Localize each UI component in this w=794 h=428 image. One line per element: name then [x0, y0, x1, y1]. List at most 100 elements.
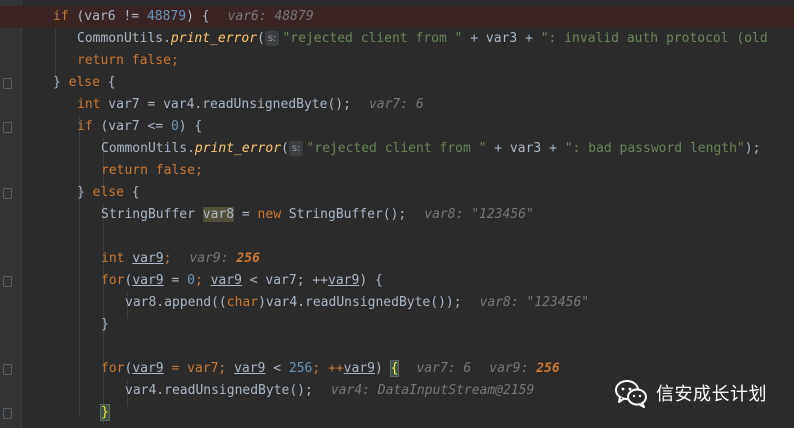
code-line[interactable]: int var9; var9: 256	[0, 248, 794, 270]
debug-value-hint: var7: 6	[368, 97, 424, 112]
code-token: = var7;	[163, 361, 235, 376]
code-line[interactable]: return false;	[0, 160, 794, 182]
keyword: new	[257, 207, 282, 222]
keyword: else	[68, 75, 100, 90]
keyword: for	[101, 361, 125, 376]
variable[interactable]: var9	[132, 361, 163, 376]
hint-value: 256	[236, 251, 260, 266]
debug-value-hint: var8: "123456"	[424, 207, 534, 222]
code-token: }	[53, 75, 61, 90]
code-text: for(var9 = var7; var9 < 256; ++var9) {va…	[101, 358, 560, 380]
code-token: (var6 !=	[68, 9, 147, 24]
number-literal: 0	[170, 119, 179, 134]
parameter-hint-badge: s:	[288, 141, 304, 156]
keyword: int	[101, 251, 125, 266]
code-token: ;	[194, 273, 211, 288]
code-token: < var7; ++	[241, 273, 328, 288]
debug-value-hint: var7: 6	[416, 361, 472, 376]
code-token: var7 = var4.readUnsignedByte();	[100, 97, 351, 112]
variable[interactable]: var9	[344, 361, 375, 376]
code-token: <	[265, 361, 289, 376]
code-text: } else {	[53, 72, 116, 94]
code-text: return false;	[77, 50, 179, 72]
code-line[interactable]: if (var6 != 48879) {var6: 48879	[0, 6, 794, 28]
keyword: return	[101, 163, 148, 178]
keyword: if	[77, 119, 93, 134]
string-literal: ": bad password length"	[564, 141, 745, 156]
keyword: false	[131, 53, 171, 68]
code-token: );	[744, 141, 761, 156]
code-text: int var9; var9: 256	[101, 248, 260, 270]
code-text: CommonUtils.print_error(s: "rejected clie…	[101, 138, 760, 160]
code-line[interactable]: StringBuffer var8 = new StringBuffer(); v…	[0, 204, 794, 226]
code-line[interactable]: var8.append((char)var4.readUnsignedByte(…	[0, 292, 794, 314]
debug-value-hint: var4: DataInputStream@2159	[330, 383, 535, 398]
code-line[interactable]: } else {	[0, 72, 794, 94]
parameter-hint-badge: s:	[264, 31, 280, 46]
variable[interactable]: var9	[234, 361, 265, 376]
string-literal: "rejected client from "	[282, 31, 463, 46]
hint-value: 256	[536, 361, 560, 376]
debug-value-hint: var9: 256	[489, 361, 559, 376]
number-literal: 256	[288, 361, 313, 376]
variable[interactable]: var9	[132, 251, 163, 266]
code-line[interactable]: } else {	[0, 182, 794, 204]
matched-brace[interactable]: {	[389, 360, 400, 377]
number-literal: 48879	[146, 9, 187, 24]
variable[interactable]: var9	[132, 273, 163, 288]
code-line[interactable]: CommonUtils.print_error(s: "rejected clie…	[0, 28, 794, 50]
watermark-text: 信安成长计划	[656, 384, 767, 405]
watermark: 信安成长计划	[614, 373, 767, 413]
string-literal: ": invalid auth protocol (old	[540, 31, 768, 46]
code-editor[interactable]: if (var6 != 48879) {var6: 48879 CommonUt…	[0, 0, 794, 428]
method-name: print_error	[194, 141, 282, 156]
code-line[interactable]: }	[0, 314, 794, 336]
code-line[interactable]: CommonUtils.print_error(s: "rejected clie…	[0, 138, 794, 160]
variable[interactable]: var9	[328, 273, 359, 288]
code-token: (	[281, 141, 289, 156]
code-token: ;	[163, 251, 172, 266]
code-token: =	[163, 273, 188, 288]
keyword: else	[92, 185, 124, 200]
code-token: =	[234, 207, 258, 222]
code-token: StringBuffer	[101, 207, 203, 222]
keyword: return	[77, 53, 124, 68]
hint-name: var9:	[489, 361, 537, 376]
method-name: print_error	[170, 31, 258, 46]
variable[interactable]: var9	[211, 273, 242, 288]
code-line[interactable]: return false;	[0, 50, 794, 72]
code-token: CommonUtils.	[101, 141, 195, 156]
code-token: }	[77, 185, 85, 200]
code-token: (var7 <=	[92, 119, 171, 134]
code-text: StringBuffer var8 = new StringBuffer(); v…	[101, 204, 534, 226]
debug-value-hint: var8: "123456"	[479, 295, 590, 310]
code-token: ;	[170, 53, 179, 68]
matched-brace[interactable]: }	[100, 404, 110, 421]
code-line[interactable]: if (var7 <= 0) {	[0, 116, 794, 138]
code-line[interactable]: int var7 = var4.readUnsignedByte(); var7:…	[0, 94, 794, 116]
code-token: )var4.readUnsignedByte());	[258, 295, 462, 310]
code-token: CommonUtils.	[77, 31, 171, 46]
code-token: )	[374, 361, 391, 376]
keyword: for	[101, 273, 125, 288]
code-text: }	[100, 402, 110, 424]
code-text: CommonUtils.print_error(s: "rejected clie…	[77, 28, 768, 50]
code-token: (	[257, 31, 265, 46]
code-token: ) {	[359, 273, 383, 288]
code-token: StringBuffer();	[281, 207, 407, 222]
keyword: false	[155, 163, 195, 178]
highlighted-variable[interactable]: var8	[202, 207, 235, 222]
hint-name: var9:	[189, 251, 237, 266]
debug-value-hint: var9: 256	[189, 251, 259, 266]
debug-value-hint: var6: 48879	[227, 9, 314, 24]
code-token: var8.append((	[125, 295, 227, 310]
code-line[interactable]: for(var9 = 0; var9 < var7; ++var9) {	[0, 270, 794, 292]
code-text: var8.append((char)var4.readUnsignedByte(…	[125, 292, 589, 314]
code-text: var4.readUnsignedByte(); var4: DataInputS…	[125, 380, 534, 402]
wechat-icon	[615, 380, 647, 408]
code-text: if (var6 != 48879) {var6: 48879	[53, 6, 314, 28]
code-token: ) {	[178, 119, 203, 134]
code-token: + var3 +	[462, 31, 541, 46]
code-token: ) {	[186, 9, 210, 24]
number-literal: 0	[187, 273, 195, 288]
